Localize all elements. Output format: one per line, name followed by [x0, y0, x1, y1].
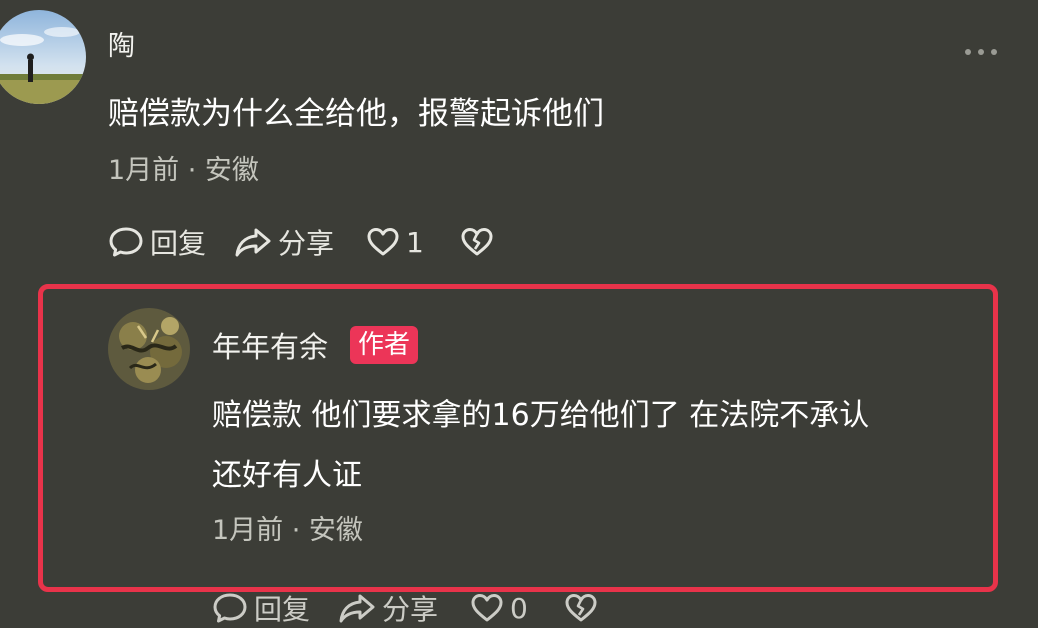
reply-header: 年年有余 作者	[212, 324, 419, 366]
broken-heart-icon	[565, 594, 597, 622]
reply-button[interactable]: 回复	[108, 222, 206, 262]
reply-actions: 回复 分享 0	[212, 588, 598, 628]
reply-like-button[interactable]: 0	[470, 592, 528, 625]
share-button[interactable]: 分享	[234, 222, 334, 262]
avatar[interactable]	[0, 10, 86, 104]
reply-dislike-button[interactable]	[564, 592, 598, 624]
comment-icon	[213, 593, 247, 623]
reply-meta: 1月前 · 安徽	[212, 515, 363, 546]
reply-reply-label: 回复	[254, 593, 311, 626]
more-icon	[965, 49, 997, 55]
reply-label: 回复	[150, 227, 207, 260]
reply-username[interactable]: 年年有余	[212, 324, 328, 366]
reply-avatar[interactable]	[108, 308, 190, 390]
comment-actions: 回复 分享 1	[108, 222, 494, 262]
comment-icon	[109, 227, 143, 257]
reply-avatar-image	[108, 308, 190, 390]
reply-text-line-2: 还好有人证	[212, 458, 362, 493]
heart-icon	[367, 228, 399, 256]
comment-text: 赔偿款为什么全给他，报警起诉他们	[108, 96, 604, 132]
more-button[interactable]	[962, 44, 1000, 58]
share-icon	[235, 228, 271, 257]
reply-like-count: 0	[510, 591, 528, 625]
comment-username[interactable]: 陶	[108, 24, 135, 63]
author-badge: 作者	[350, 326, 419, 364]
reply-text-line-1: 赔偿款 他们要求拿的16万给他们了 在法院不承认	[212, 398, 870, 433]
heart-icon	[471, 594, 503, 622]
like-button[interactable]: 1	[366, 226, 424, 259]
avatar-image	[0, 10, 86, 104]
comment-meta: 1月前 · 安徽	[108, 155, 259, 186]
reply-share-button[interactable]: 分享	[338, 588, 438, 628]
dislike-button[interactable]	[460, 226, 494, 258]
share-icon	[339, 594, 375, 623]
share-label: 分享	[278, 227, 335, 260]
broken-heart-icon	[461, 228, 493, 256]
reply-share-label: 分享	[382, 593, 439, 626]
like-count: 1	[406, 225, 424, 259]
reply-reply-button[interactable]: 回复	[212, 588, 310, 628]
